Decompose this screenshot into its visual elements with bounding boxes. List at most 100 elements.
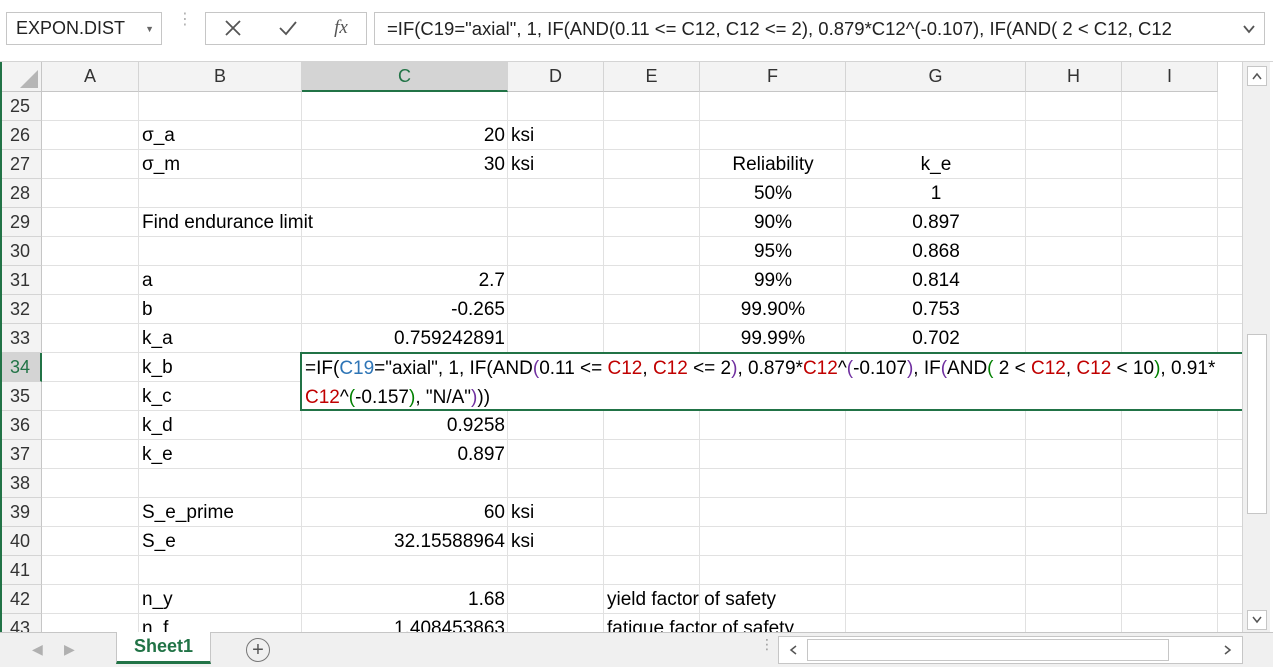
column-header-e[interactable]: E bbox=[604, 62, 700, 92]
cell-f28[interactable]: 50% bbox=[700, 179, 846, 208]
row-header-36[interactable]: 36 bbox=[2, 411, 42, 440]
cell-b31[interactable]: a bbox=[139, 266, 302, 295]
scroll-down-button[interactable] bbox=[1247, 610, 1267, 630]
drag-handle-icon[interactable]: ⋮ bbox=[177, 12, 193, 28]
column-header-a[interactable]: A bbox=[42, 62, 139, 92]
cell-b29[interactable]: Find endurance limit bbox=[139, 208, 313, 237]
cell-g33[interactable]: 0.702 bbox=[846, 324, 1026, 353]
cell-b36[interactable]: k_d bbox=[139, 411, 302, 440]
vertical-scroll-thumb[interactable] bbox=[1247, 334, 1267, 514]
next-sheet-icon[interactable]: ▶ bbox=[64, 641, 75, 658]
cell-e42[interactable]: yield factor of safety bbox=[604, 585, 776, 614]
insert-function-button[interactable]: fx bbox=[323, 11, 359, 45]
cell-c31[interactable]: 2.7 bbox=[302, 266, 508, 295]
row-header-42[interactable]: 42 bbox=[2, 585, 42, 614]
cell-e43[interactable]: fatigue factor of safety bbox=[604, 614, 794, 633]
enter-button[interactable] bbox=[270, 11, 306, 45]
cell-b35[interactable]: k_c bbox=[139, 382, 302, 411]
row-header-34[interactable]: 34 bbox=[2, 353, 42, 382]
row-header-32[interactable]: 32 bbox=[2, 295, 42, 324]
row-header-43[interactable]: 43 bbox=[2, 614, 42, 632]
cell-b34[interactable]: k_b bbox=[139, 353, 302, 382]
cell-b42[interactable]: n_y bbox=[139, 585, 302, 614]
vertical-scrollbar[interactable] bbox=[1242, 62, 1270, 632]
row-header-35[interactable]: 35 bbox=[2, 382, 42, 411]
cell-b26[interactable]: σ_a bbox=[139, 121, 302, 150]
column-header-f[interactable]: F bbox=[700, 62, 846, 92]
cell-c26[interactable]: 20 bbox=[302, 121, 508, 150]
fx-icon: fx bbox=[334, 17, 348, 38]
expand-formula-bar-icon[interactable] bbox=[1242, 22, 1256, 36]
name-box[interactable]: EXPON.DIST ▼ bbox=[6, 12, 162, 45]
arrow-left-icon bbox=[789, 645, 797, 655]
scroll-right-button[interactable] bbox=[1218, 640, 1238, 660]
row-header-40[interactable]: 40 bbox=[2, 527, 42, 556]
cell-b32[interactable]: b bbox=[139, 295, 302, 324]
cell-b43[interactable]: n_f bbox=[139, 614, 302, 633]
cell-g32[interactable]: 0.753 bbox=[846, 295, 1026, 324]
cell-c37[interactable]: 0.897 bbox=[302, 440, 508, 469]
cell-c32[interactable]: -0.265 bbox=[302, 295, 508, 324]
column-header-c[interactable]: C bbox=[302, 62, 508, 92]
scroll-up-button[interactable] bbox=[1247, 66, 1267, 86]
cell-c36[interactable]: 0.9258 bbox=[302, 411, 508, 440]
row-header-38[interactable]: 38 bbox=[2, 469, 42, 498]
horizontal-scroll-thumb[interactable] bbox=[807, 639, 1169, 661]
add-sheet-button[interactable]: + bbox=[246, 638, 270, 662]
row-header-29[interactable]: 29 bbox=[2, 208, 42, 237]
cell-f32[interactable]: 99.90% bbox=[700, 295, 846, 324]
sheet-tab-sheet1[interactable]: Sheet1 bbox=[116, 632, 211, 664]
cell-g29[interactable]: 0.897 bbox=[846, 208, 1026, 237]
column-header-g[interactable]: G bbox=[846, 62, 1026, 92]
row-header-30[interactable]: 30 bbox=[2, 237, 42, 266]
row-header-26[interactable]: 26 bbox=[2, 121, 42, 150]
row-header-39[interactable]: 39 bbox=[2, 498, 42, 527]
select-all-button[interactable] bbox=[2, 62, 42, 92]
column-header-i[interactable]: I bbox=[1122, 62, 1218, 92]
cell-b27[interactable]: σ_m bbox=[139, 150, 302, 179]
cell-g28[interactable]: 1 bbox=[846, 179, 1026, 208]
cell-d39[interactable]: ksi bbox=[508, 498, 604, 527]
cell-c39[interactable]: 60 bbox=[302, 498, 508, 527]
cancel-button[interactable] bbox=[215, 11, 251, 45]
cell-c43[interactable]: 1.408453863 bbox=[302, 614, 508, 633]
cell-b39[interactable]: S_e_prime bbox=[139, 498, 302, 527]
cell-c33[interactable]: 0.759242891 bbox=[302, 324, 508, 353]
cell-g30[interactable]: 0.868 bbox=[846, 237, 1026, 266]
cell-f29[interactable]: 90% bbox=[700, 208, 846, 237]
row-header-31[interactable]: 31 bbox=[2, 266, 42, 295]
row-header-41[interactable]: 41 bbox=[2, 556, 42, 585]
column-header-b[interactable]: B bbox=[139, 62, 302, 92]
row-header-37[interactable]: 37 bbox=[2, 440, 42, 469]
cell-d40[interactable]: ksi bbox=[508, 527, 604, 556]
horizontal-scrollbar[interactable] bbox=[778, 636, 1243, 664]
column-header-h[interactable]: H bbox=[1026, 62, 1122, 92]
cell-c40[interactable]: 32.15588964 bbox=[302, 527, 508, 556]
cell-f33[interactable]: 99.99% bbox=[700, 324, 846, 353]
cell-c27[interactable]: 30 bbox=[302, 150, 508, 179]
cell-f30[interactable]: 95% bbox=[700, 237, 846, 266]
row-header-33[interactable]: 33 bbox=[2, 324, 42, 353]
prev-sheet-icon[interactable]: ◀ bbox=[32, 641, 43, 658]
cell-f27[interactable]: Reliability bbox=[700, 150, 846, 179]
tab-split-handle-icon[interactable]: ⋮ bbox=[760, 637, 774, 651]
cell-c42[interactable]: 1.68 bbox=[302, 585, 508, 614]
scroll-left-button[interactable] bbox=[783, 640, 803, 660]
row-header-25[interactable]: 25 bbox=[2, 92, 42, 121]
row-header-27[interactable]: 27 bbox=[2, 150, 42, 179]
cell-b40[interactable]: S_e bbox=[139, 527, 302, 556]
column-header-d[interactable]: D bbox=[508, 62, 604, 92]
row-header-28[interactable]: 28 bbox=[2, 179, 42, 208]
cell-f31[interactable]: 99% bbox=[700, 266, 846, 295]
cell-g31[interactable]: 0.814 bbox=[846, 266, 1026, 295]
cell-b33[interactable]: k_a bbox=[139, 324, 302, 353]
formula-token: C12 bbox=[305, 387, 340, 408]
chevron-down-icon[interactable]: ▼ bbox=[145, 24, 154, 34]
worksheet-grid[interactable]: A B C D E F G H I 25 26 27 28 29 30 31 32 33 34 35 36 37 38 39 4… bbox=[2, 62, 1242, 632]
cell-b37[interactable]: k_e bbox=[139, 440, 302, 469]
cell-d27[interactable]: ksi bbox=[508, 150, 604, 179]
cell-c34-editor[interactable]: =IF(C19="axial", 1, IF(AND(0.11 <= C12, … bbox=[300, 352, 1242, 411]
cell-g27[interactable]: k_e bbox=[846, 150, 1026, 179]
cell-d26[interactable]: ksi bbox=[508, 121, 604, 150]
formula-input[interactable]: =IF(C19="axial", 1, IF(AND(0.11 <= C12, … bbox=[374, 12, 1265, 45]
